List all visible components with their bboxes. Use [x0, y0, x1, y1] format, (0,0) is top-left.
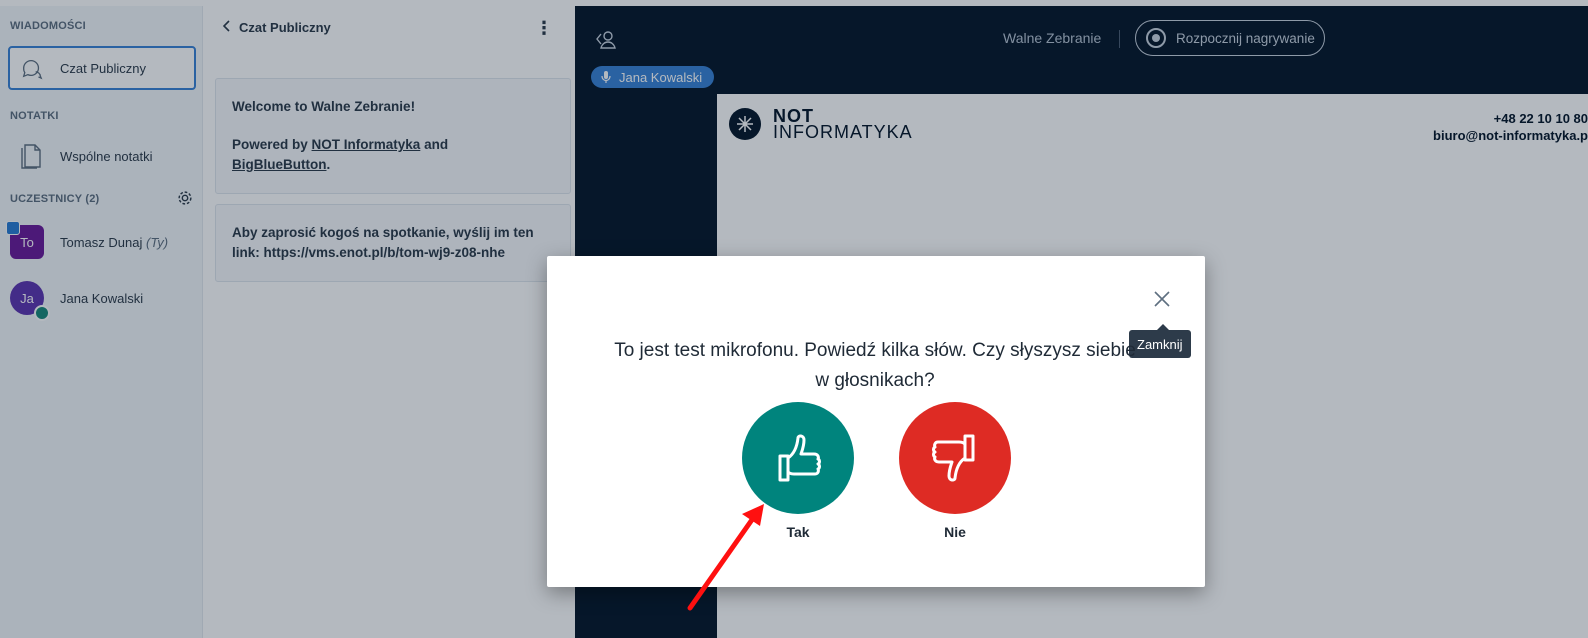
no-label: Nie [944, 524, 966, 540]
thumbs-down-icon [932, 434, 975, 482]
yes-label: Tak [786, 524, 810, 540]
thumbs-up-icon [778, 434, 821, 482]
close-icon[interactable] [1151, 288, 1173, 310]
echo-test-modal: Zamknij To jest test mikrofonu. Powiedź … [547, 256, 1205, 587]
yes-button[interactable] [742, 402, 854, 514]
red-arrow-annotation [687, 504, 764, 611]
echo-test-question: To jest test mikrofonu. Powiedź kilka sł… [614, 340, 1136, 391]
no-answer: Nie [899, 402, 1011, 540]
no-button[interactable] [899, 402, 1011, 514]
